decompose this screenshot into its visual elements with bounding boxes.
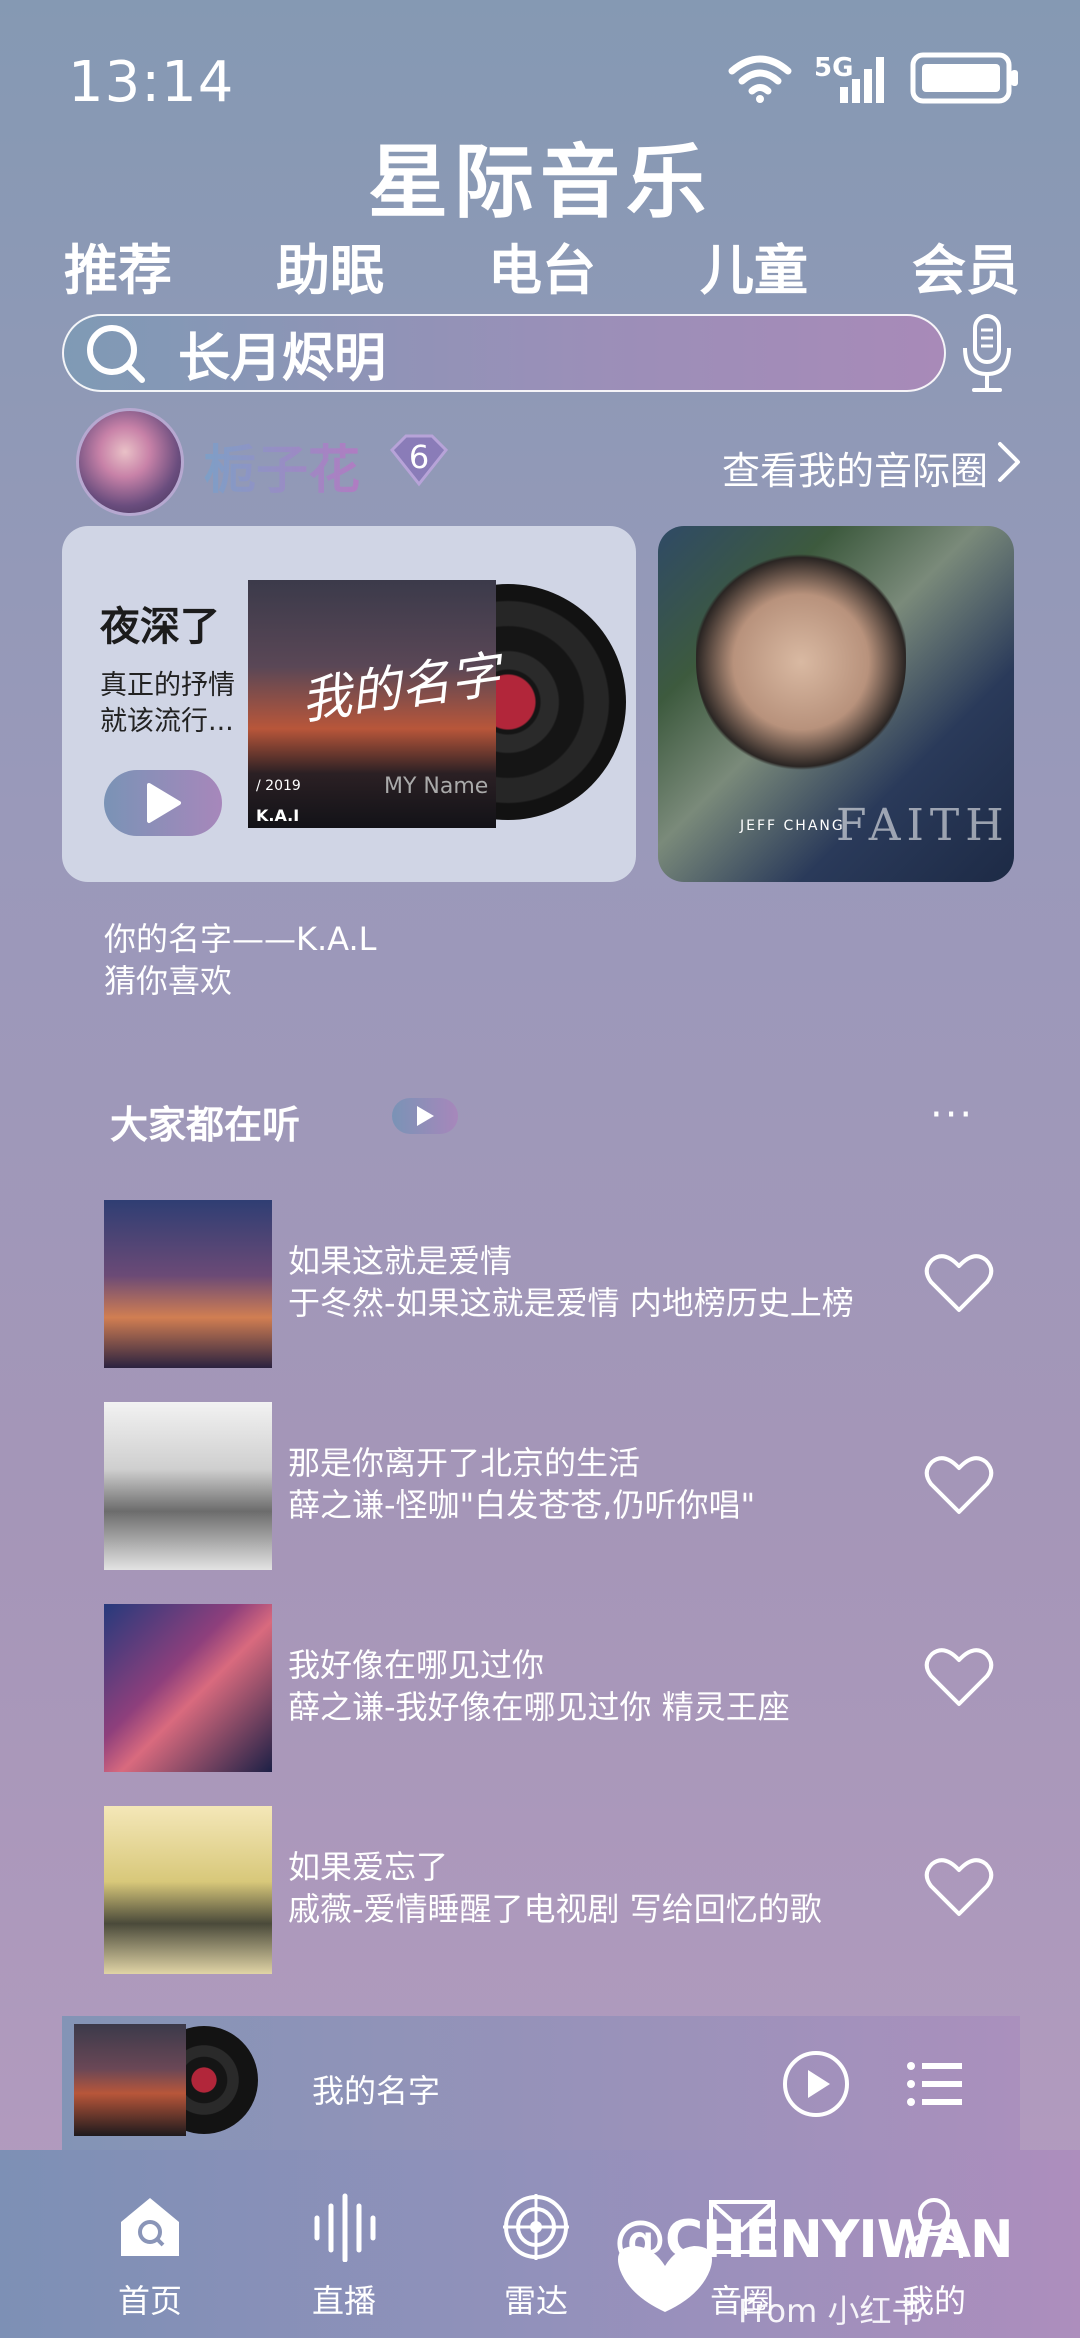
microphone-icon[interactable]	[958, 312, 1016, 396]
username: 栀子花	[204, 428, 360, 503]
featured-title: 夜深了	[100, 604, 220, 650]
chevron-right-icon[interactable]	[996, 440, 1022, 484]
live-icon	[314, 2193, 376, 2263]
category-tabs: 推荐 助眠 电台 儿童 会员	[64, 226, 1020, 305]
play-circle-icon[interactable]	[782, 2050, 850, 2118]
wifi-icon	[728, 55, 792, 103]
side-cover-artist: JEFF CHANG	[740, 818, 845, 834]
nav-home-label: 首页	[117, 2282, 182, 2320]
section-title: 大家都在听	[110, 1103, 301, 1147]
watermark-source: From 小红书	[738, 2292, 924, 2330]
level-number: 6	[408, 438, 430, 476]
view-circle-link[interactable]: 查看我的音际圈	[722, 440, 988, 495]
side-cover-title: FAITH	[836, 800, 1010, 851]
watermark-handle: @CHENYIWAN	[614, 2210, 1014, 2270]
tab-kids[interactable]: 儿童	[700, 226, 808, 305]
cover-artist: K.A.I	[256, 806, 300, 825]
now-info: 你的名字——K.A.L 猜你喜欢	[104, 918, 377, 1002]
search-input[interactable]: 长月烬明	[178, 316, 386, 391]
song-subtitle: 于冬然-如果这就是爱情 内地榜历史上榜	[288, 1284, 854, 1322]
signal-icon: 5G	[814, 53, 888, 103]
song-title[interactable]: 那是你离开了北京的生活	[288, 1438, 640, 1484]
more-icon[interactable]: ···	[930, 1092, 974, 1138]
home-icon	[121, 2198, 179, 2256]
featured-play-button[interactable]	[104, 770, 222, 836]
play-icon	[147, 783, 181, 823]
song-subtitle: 薛之谦-我好像在哪见过你 精灵王座	[288, 1688, 790, 1726]
play-icon	[417, 1106, 434, 1126]
song-title[interactable]: 我好像在哪见过你	[288, 1640, 544, 1686]
avatar[interactable]	[76, 408, 184, 516]
heart-icon[interactable]	[924, 1646, 994, 1708]
cover-my-name: MY Name	[384, 774, 489, 799]
heart-icon[interactable]	[924, 1856, 994, 1918]
featured-subtitle: 真正的抒情 就该流行...	[100, 668, 240, 740]
now-info-line2: 猜你喜欢	[104, 962, 233, 1000]
song-cover[interactable]	[104, 1200, 272, 1368]
nav-live[interactable]: 直播	[274, 2192, 414, 2322]
status-icons: 5G	[728, 52, 1020, 104]
featured-subtitle-line1: 真正的抒情	[100, 670, 235, 701]
app-title: 星际音乐	[368, 136, 712, 229]
tab-recommend[interactable]: 推荐	[64, 226, 172, 305]
song-cover[interactable]	[104, 1806, 272, 1974]
nav-home[interactable]: 首页	[80, 2192, 220, 2322]
tab-sleep[interactable]: 助眠	[276, 226, 384, 305]
tab-vip[interactable]: 会员	[912, 226, 1020, 305]
mini-album-cover[interactable]	[74, 2024, 186, 2136]
song-title[interactable]: 如果爱忘了	[288, 1842, 448, 1888]
section-play-button[interactable]	[392, 1098, 458, 1134]
search-bar[interactable]: 长月烬明	[62, 314, 946, 392]
featured-subtitle-line2: 就该流行...	[100, 706, 234, 737]
song-cover[interactable]	[104, 1402, 272, 1570]
song-title[interactable]: 如果这就是爱情	[288, 1236, 512, 1282]
cover-year: / 2019	[256, 778, 301, 794]
tab-radio[interactable]: 电台	[488, 226, 596, 305]
search-icon	[87, 325, 145, 383]
nav-radar[interactable]: 雷达	[466, 2192, 606, 2322]
heart-icon[interactable]	[924, 1252, 994, 1314]
battery-icon	[910, 52, 1018, 104]
song-cover[interactable]	[104, 1604, 272, 1772]
nav-live-label: 直播	[311, 2282, 376, 2320]
nav-radar-label: 雷达	[503, 2282, 568, 2320]
now-info-line1: 你的名字——K.A.L	[104, 920, 377, 958]
song-subtitle: 薛之谦-怪咖"白发苍苍,仍听你唱"	[288, 1486, 756, 1524]
level-badge: 6	[384, 432, 454, 488]
album-portrait	[696, 530, 906, 770]
playlist-icon[interactable]	[906, 2060, 964, 2108]
song-subtitle: 戚薇-爱情睡醒了电视剧 写给回忆的歌	[288, 1890, 822, 1928]
mini-song-name: 我的名字	[312, 2072, 441, 2110]
heart-icon[interactable]	[924, 1454, 994, 1516]
status-time: 13:14	[68, 50, 235, 115]
radar-icon	[503, 2194, 569, 2260]
